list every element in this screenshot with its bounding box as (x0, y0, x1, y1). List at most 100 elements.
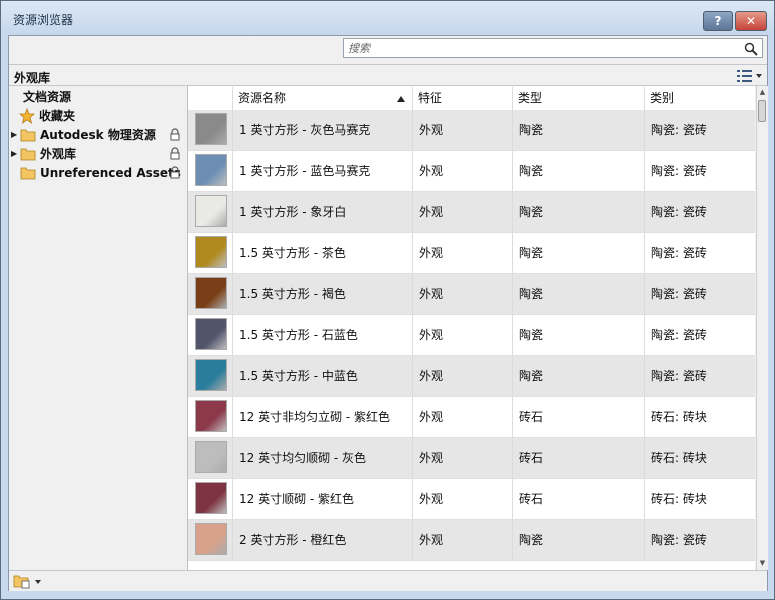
thumbnail-cell (188, 315, 232, 356)
column-header-label: 资源名称 (238, 91, 287, 105)
thumbnail-cell (188, 438, 232, 479)
tree-item-appearance-library[interactable]: ▶ 外观库 (11, 145, 183, 163)
asset-feature-cell: 外观 (412, 274, 512, 315)
scroll-up-icon[interactable]: ▲ (758, 87, 767, 97)
search-input[interactable] (348, 41, 738, 55)
asset-feature-cell: 外观 (412, 192, 512, 233)
thumbnail-cell (188, 520, 232, 561)
material-swatch (195, 523, 227, 555)
library-menu-icon[interactable] (13, 573, 43, 589)
material-swatch (195, 441, 227, 473)
list-view-icon[interactable] (735, 68, 763, 84)
thumbnail-cell (188, 479, 232, 520)
material-swatch (195, 318, 227, 350)
material-swatch (195, 482, 227, 514)
material-swatch (195, 400, 227, 432)
asset-category-cell: 砖石: 砖块 (644, 438, 755, 479)
material-swatch (195, 359, 227, 391)
tree-item-document-assets[interactable]: 文档资源 (23, 88, 71, 106)
thumbnail-cell (188, 110, 232, 151)
scroll-down-icon[interactable]: ▼ (758, 558, 767, 568)
table-row[interactable]: 1 英寸方形 - 蓝色马赛克 外观 陶瓷 陶瓷: 瓷砖 (188, 151, 755, 192)
asset-feature-cell: 外观 (412, 438, 512, 479)
asset-category-cell: 陶瓷: 瓷砖 (644, 233, 755, 274)
asset-name-cell: 12 英寸顺砌 - 紫红色 (232, 479, 412, 520)
material-swatch (195, 154, 227, 186)
folder-icon (20, 129, 36, 142)
column-header-category[interactable]: 类别 (644, 87, 755, 110)
tree-item-label: 收藏夹 (39, 109, 76, 123)
table-row[interactable]: 1.5 英寸方形 - 茶色 外观 陶瓷 陶瓷: 瓷砖 (188, 233, 755, 274)
table-row[interactable]: 1.5 英寸方形 - 中蓝色 外观 陶瓷 陶瓷: 瓷砖 (188, 356, 755, 397)
tree-item-favorites[interactable]: 收藏夹 (19, 107, 179, 125)
asset-name-cell: 1.5 英寸方形 - 茶色 (232, 233, 412, 274)
search-bar (9, 36, 767, 64)
library-tree: 文档资源 收藏夹 ▶ Autodesk 物理资源 ▶ 外观库 Unreferen… (9, 86, 188, 570)
search-box[interactable] (343, 38, 763, 58)
sort-ascending-icon (397, 96, 405, 102)
asset-type-cell: 陶瓷 (512, 315, 644, 356)
lock-icon (170, 166, 180, 179)
asset-feature-cell: 外观 (412, 520, 512, 561)
asset-feature-cell: 外观 (412, 315, 512, 356)
asset-category-cell: 陶瓷: 瓷砖 (644, 110, 755, 151)
asset-type-cell: 砖石 (512, 438, 644, 479)
column-header-row: 资源名称 特征 类型 类别 (188, 87, 755, 111)
asset-feature-cell: 外观 (412, 151, 512, 192)
asset-feature-cell: 外观 (412, 110, 512, 151)
title-bar[interactable]: 资源浏览器 ? ✕ (1, 1, 774, 35)
scrollbar-thumb[interactable] (758, 100, 766, 122)
column-header-type[interactable]: 类型 (512, 87, 644, 110)
thumbnail-cell (188, 151, 232, 192)
window-title: 资源浏览器 (13, 13, 74, 27)
asset-category-cell: 陶瓷: 瓷砖 (644, 192, 755, 233)
table-row[interactable]: 1.5 英寸方形 - 石蓝色 外观 陶瓷 陶瓷: 瓷砖 (188, 315, 755, 356)
tree-item-unreferenced-assets[interactable]: Unreferenced Assets (11, 164, 183, 182)
tree-item-autodesk-physical[interactable]: ▶ Autodesk 物理资源 (11, 126, 183, 144)
column-header-thumbnail (188, 87, 232, 110)
search-icon[interactable] (744, 42, 758, 56)
asset-feature-cell: 外观 (412, 356, 512, 397)
thumbnail-cell (188, 274, 232, 315)
asset-type-cell: 陶瓷 (512, 151, 644, 192)
tree-item-label: Unreferenced Assets (40, 166, 181, 180)
column-header-name[interactable]: 资源名称 (232, 87, 412, 110)
vertical-scrollbar[interactable]: ▲ ▼ (756, 86, 768, 570)
asset-list: 资源名称 特征 类型 类别 1 英寸方形 - 灰色马赛克 外观 陶瓷 陶瓷: 瓷砖 1 … (188, 86, 755, 570)
asset-type-cell: 陶瓷 (512, 110, 644, 151)
asset-name-cell: 1.5 英寸方形 - 中蓝色 (232, 356, 412, 397)
thumbnail-cell (188, 192, 232, 233)
chevron-down-icon (756, 74, 762, 78)
material-swatch (195, 277, 227, 309)
lock-icon (170, 147, 180, 160)
material-swatch (195, 236, 227, 268)
help-button[interactable]: ? (703, 11, 733, 31)
lock-icon (170, 128, 180, 141)
asset-name-cell: 12 英寸均匀顺砌 - 灰色 (232, 438, 412, 479)
asset-type-cell: 陶瓷 (512, 520, 644, 561)
table-row[interactable]: 12 英寸非均匀立砌 - 紫红色 外观 砖石 砖石: 砖块 (188, 397, 755, 438)
asset-name-cell: 12 英寸非均匀立砌 - 紫红色 (232, 397, 412, 438)
star-icon (19, 108, 35, 124)
asset-category-cell: 陶瓷: 瓷砖 (644, 520, 755, 561)
column-header-feature[interactable]: 特征 (412, 87, 512, 110)
table-row[interactable]: 1 英寸方形 - 灰色马赛克 外观 陶瓷 陶瓷: 瓷砖 (188, 110, 755, 151)
asset-type-cell: 陶瓷 (512, 356, 644, 397)
library-header: 外观库 (9, 64, 767, 86)
expand-arrow-icon[interactable]: ▶ (11, 126, 17, 144)
thumbnail-cell (188, 397, 232, 438)
table-row[interactable]: 2 英寸方形 - 橙红色 外观 陶瓷 陶瓷: 瓷砖 (188, 520, 755, 561)
close-button[interactable]: ✕ (735, 11, 767, 31)
table-row[interactable]: 1 英寸方形 - 象牙白 外观 陶瓷 陶瓷: 瓷砖 (188, 192, 755, 233)
library-title: 外观库 (14, 71, 51, 85)
table-row[interactable]: 12 英寸顺砌 - 紫红色 外观 砖石 砖石: 砖块 (188, 479, 755, 520)
asset-feature-cell: 外观 (412, 397, 512, 438)
material-swatch (195, 195, 227, 227)
table-row[interactable]: 1.5 英寸方形 - 褐色 外观 陶瓷 陶瓷: 瓷砖 (188, 274, 755, 315)
folder-icon (20, 167, 36, 180)
table-row[interactable]: 12 英寸均匀顺砌 - 灰色 外观 砖石 砖石: 砖块 (188, 438, 755, 479)
expand-arrow-icon[interactable]: ▶ (11, 145, 17, 163)
asset-name-cell: 1 英寸方形 - 象牙白 (232, 192, 412, 233)
tree-item-label: 外观库 (40, 147, 77, 161)
asset-type-cell: 陶瓷 (512, 192, 644, 233)
